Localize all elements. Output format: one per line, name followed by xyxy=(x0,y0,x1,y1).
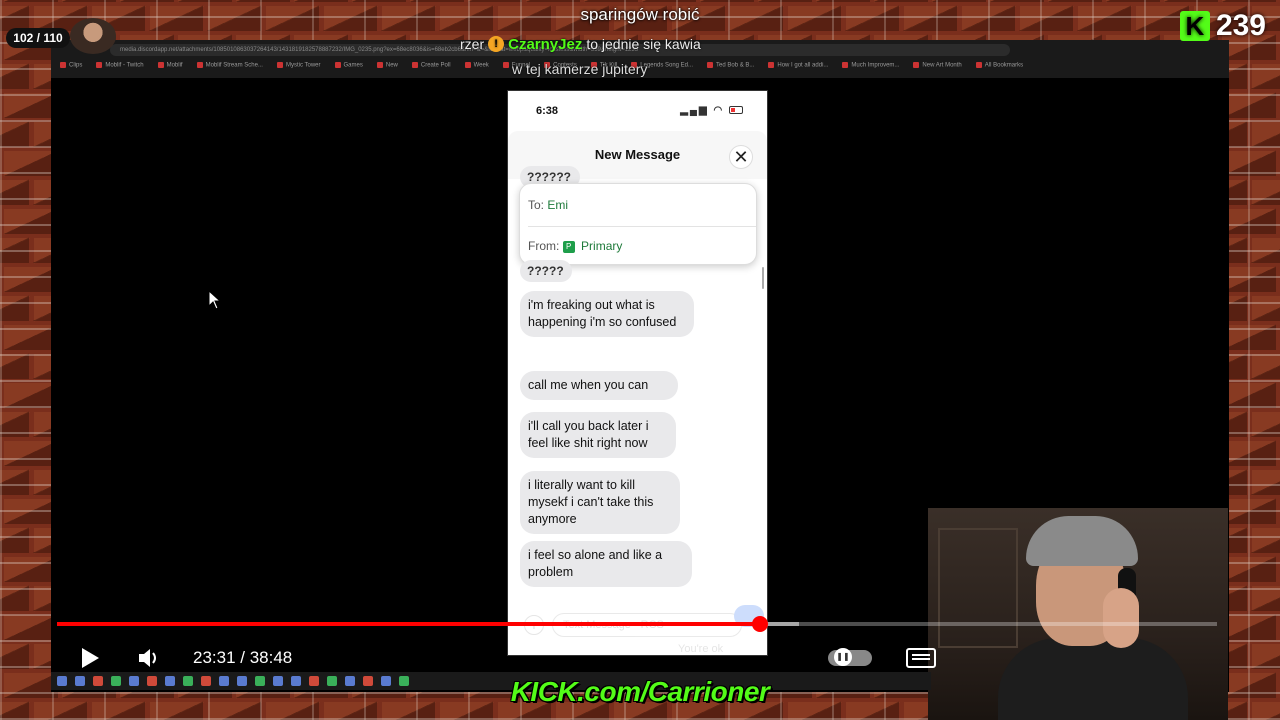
chat-text: to jednie się kawia xyxy=(586,36,701,52)
message-bubble: i feel so alone and like a problem xyxy=(520,541,692,587)
bookmark-item[interactable]: Moblif - Twitch xyxy=(96,62,143,74)
chat-message: rzer ! CzarnyJez to jednie się kawia xyxy=(460,33,840,55)
kick-channel-url: KICK.com/Carrioner xyxy=(510,676,770,707)
bookmark-item[interactable]: Create Poll xyxy=(412,62,451,74)
battery-icon xyxy=(729,106,743,115)
volume-icon[interactable] xyxy=(136,645,162,671)
status-time: 6:38 xyxy=(536,105,559,117)
stream-overlay-title: sparingów robić xyxy=(580,5,700,24)
chat-username: CzarnyJez xyxy=(508,35,583,53)
progress-bar[interactable] xyxy=(57,616,1217,632)
time-display: 23:31 / 38:48 xyxy=(193,648,292,668)
from-label: From: xyxy=(528,239,560,253)
autoplay-toggle[interactable] xyxy=(828,648,872,666)
to-field[interactable]: To: Emi xyxy=(528,198,568,212)
captions-icon[interactable] xyxy=(906,648,936,668)
signal-wifi-icon: ▂▄▆ ◠ xyxy=(680,105,725,116)
streamer-hand xyxy=(1103,588,1139,648)
bookmark-item[interactable]: Week xyxy=(465,62,489,74)
to-value: Emi xyxy=(547,198,569,212)
compose-card: To: Emi From: P Primary xyxy=(519,183,757,265)
phone-screenshot: 6:38 ▂▄▆ ◠ New Message ✕ ?????? To: Emi … xyxy=(507,90,768,656)
message-bubble: i literally want to kill mysekf i can't … xyxy=(520,471,680,534)
toast-text: You're ok xyxy=(678,643,724,655)
mouse-cursor-icon xyxy=(208,290,222,310)
progress-played xyxy=(57,622,760,626)
chat-badge-icon: ! xyxy=(488,36,505,52)
current-time: 23:31 xyxy=(193,648,236,667)
bookmark-item[interactable]: Games xyxy=(335,62,363,74)
chat-prefix: rzer xyxy=(460,36,485,52)
background-frame xyxy=(938,528,1018,648)
message-bubble: i'm freaking out what is happening i'm s… xyxy=(520,291,694,337)
kick-follower-counter: K 239 xyxy=(1179,6,1266,46)
message-bubble: i'll call you back later i feel like shi… xyxy=(520,412,676,458)
bookmark-item[interactable]: New xyxy=(377,62,398,74)
scrubber-handle[interactable] xyxy=(751,616,768,632)
primary-sim-icon: P xyxy=(562,240,575,253)
from-field[interactable]: From: P Primary xyxy=(528,239,622,253)
viewer-count-badge: 102 / 110 xyxy=(6,28,70,48)
bookmark-item[interactable]: All Bookmarks xyxy=(976,62,1023,74)
bookmark-item[interactable]: Moblif Stream Sche... xyxy=(197,62,263,74)
to-label: To: xyxy=(528,198,545,212)
bookmark-item[interactable]: Moblif xyxy=(158,62,183,74)
duration: 38:48 xyxy=(249,648,293,667)
bookmark-item[interactable]: Mystic Tower xyxy=(277,62,321,74)
status-icons: ▂▄▆ ◠ xyxy=(680,105,743,116)
kick-follower-number: 239 xyxy=(1215,9,1266,42)
message-bubble: call me when you can xyxy=(520,371,678,400)
time-separator: / xyxy=(235,648,250,667)
play-icon[interactable] xyxy=(76,645,102,671)
message-bubble: ????? xyxy=(520,260,572,282)
kick-logo-icon: K xyxy=(1179,11,1210,41)
bookmark-item[interactable]: Much Improvem... xyxy=(842,62,899,74)
streamer-cap xyxy=(1026,516,1138,566)
from-value: Primary xyxy=(581,239,623,253)
streamer-avatar xyxy=(70,18,116,54)
scroll-indicator[interactable] xyxy=(762,267,764,289)
phone-status-bar: 6:38 ▂▄▆ ◠ xyxy=(508,91,767,131)
chat-message-continuation: w tej kamerze jupitery xyxy=(512,61,648,77)
bookmark-item[interactable]: New Art Month xyxy=(913,62,961,74)
bookmark-item[interactable]: Clips xyxy=(60,62,82,74)
divider xyxy=(528,226,756,227)
close-icon[interactable]: ✕ xyxy=(729,145,753,169)
